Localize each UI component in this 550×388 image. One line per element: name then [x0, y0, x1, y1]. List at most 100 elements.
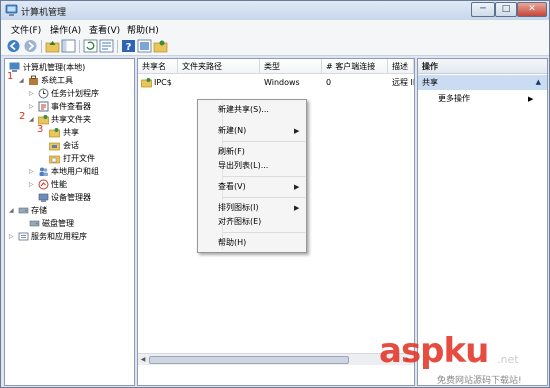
annotation-1: 1: [7, 71, 14, 82]
mmc-icon[interactable]: [137, 39, 152, 53]
disk-icon: [29, 220, 40, 227]
menu-item-new-share[interactable]: 新建共享(S)...: [218, 103, 269, 117]
submenu-arrow-icon: ▶: [294, 204, 300, 212]
scroll-left-icon[interactable]: ◀: [138, 355, 148, 365]
window-title: 计算机管理: [21, 8, 67, 18]
tree-item-disk-management[interactable]: 磁盘管理: [7, 217, 133, 230]
column-header-description[interactable]: 描述: [388, 59, 414, 74]
menu-bar: 文件(F) 操作(A) 查看(V) 帮助(H): [1, 20, 549, 37]
cell-share-name: IPC$: [154, 78, 172, 87]
computer-management-icon: [5, 4, 18, 16]
submenu-arrow-icon: ▶: [294, 183, 300, 191]
menu-item-refresh[interactable]: 刷新(F): [218, 145, 245, 159]
tree-item-shares[interactable]: 共享: [7, 126, 133, 139]
share-icon[interactable]: [153, 39, 168, 53]
shared-folder-icon: [49, 128, 60, 138]
tree-item-local-users-groups[interactable]: ▷ 本地用户和组: [7, 165, 133, 178]
actions-header: 操作: [418, 59, 547, 74]
refresh-icon[interactable]: [83, 39, 98, 53]
menu-help[interactable]: 帮助(H): [127, 23, 159, 36]
tree-item-root[interactable]: 计算机管理(本地): [7, 61, 133, 74]
expand-arrow-icon[interactable]: ▷: [29, 100, 36, 113]
cell-client-connections: 0: [326, 78, 332, 87]
tree-item-services-apps[interactable]: ▷ 服务和应用程序: [7, 230, 133, 243]
collapse-arrow-icon[interactable]: ◢: [29, 113, 36, 126]
toolbar-separator: [41, 40, 42, 53]
show-tree-icon[interactable]: [61, 39, 76, 53]
tree-item-label: 事件查看器: [51, 102, 91, 111]
title-bar[interactable]: 计算机管理 ─ □ ✕: [1, 1, 549, 20]
export-list-icon[interactable]: [99, 39, 114, 53]
menu-view[interactable]: 查看(V): [89, 23, 120, 36]
tree-item-label: 系统工具: [41, 76, 73, 85]
submenu-arrow-icon: ▶: [294, 127, 300, 135]
annotation-2: 2: [19, 111, 26, 122]
storage-icon: [18, 207, 29, 214]
tree-item-performance[interactable]: ▷ 性能: [7, 178, 133, 191]
collapse-arrow-icon[interactable]: ◢: [19, 74, 26, 87]
tree-item-label: 会话: [63, 141, 79, 150]
column-header-folder-path[interactable]: 文件夹路径: [178, 59, 260, 74]
menu-item-arrange-icons[interactable]: 排列图标(I): [218, 201, 259, 215]
help-icon[interactable]: ?: [121, 39, 136, 53]
tree-item-system-tools[interactable]: ◢ 系统工具: [7, 74, 133, 87]
expand-arrow-icon[interactable]: ▷: [29, 178, 36, 191]
collapse-up-icon[interactable]: ▲: [536, 75, 541, 90]
actions-section-label: 共享: [422, 78, 438, 87]
tree-item-label: 本地用户和组: [51, 167, 99, 176]
actions-section-shares[interactable]: 共享 ▲: [418, 75, 547, 90]
close-button[interactable]: ✕: [517, 2, 547, 17]
app-window: 计算机管理 ─ □ ✕ 文件(F) 操作(A) 查看(V) 帮助(H) ? 计算…: [0, 0, 550, 388]
cell-type: Windows: [264, 78, 300, 87]
performance-icon: [38, 179, 49, 190]
up-folder-icon[interactable]: [45, 39, 60, 53]
maximize-button[interactable]: □: [495, 2, 517, 17]
toolbar-separator: [117, 40, 118, 53]
menu-item-help[interactable]: 帮助(H): [218, 236, 246, 250]
console-tree: 计算机管理(本地) ◢ 系统工具 ▷ 任务计划程序 ▷ 事件查看器 ◢ 共享文件…: [4, 58, 135, 386]
shared-folder-icon: [141, 78, 152, 88]
tree-item-shared-folders[interactable]: ◢ 共享文件夹: [7, 113, 133, 126]
watermark-slogan: 免费网站源码下载站!: [437, 376, 522, 386]
watermark-suffix: .net: [497, 353, 519, 366]
column-header-client-connections[interactable]: # 客户端连接: [322, 59, 388, 74]
event-viewer-icon: [38, 101, 49, 112]
minimize-button[interactable]: ─: [471, 2, 495, 17]
tree-item-open-files[interactable]: 打开文件: [7, 152, 133, 165]
more-actions-link[interactable]: 更多操作 ▶: [438, 93, 533, 105]
expand-arrow-icon[interactable]: ▷: [9, 230, 16, 243]
tree-item-device-manager[interactable]: 设备管理器: [7, 191, 133, 204]
device-manager-icon: [38, 193, 49, 202]
annotation-3: 3: [37, 124, 44, 135]
cell-description: 远程 IPC: [392, 78, 414, 87]
scroll-thumb[interactable]: [149, 356, 349, 364]
svg-text:?: ?: [126, 42, 132, 53]
tree-item-label: 计算机管理(本地): [23, 63, 86, 72]
forward-icon[interactable]: [23, 39, 38, 53]
menu-separator: [223, 232, 305, 233]
tree-item-label: 设备管理器: [51, 193, 91, 202]
collapse-arrow-icon[interactable]: ◢: [9, 204, 16, 217]
users-icon: [39, 167, 48, 176]
menu-item-line-up-icons[interactable]: 对齐图标(E): [218, 215, 261, 229]
menu-file[interactable]: 文件(F): [11, 23, 41, 36]
expand-arrow-icon[interactable]: ▷: [29, 87, 36, 100]
column-header-type[interactable]: 类型: [260, 59, 322, 74]
tree-item-label: 共享: [63, 128, 79, 137]
menu-item-new[interactable]: 新建(N): [218, 124, 246, 138]
menu-item-export-list[interactable]: 导出列表(L)...: [218, 159, 268, 173]
back-icon[interactable]: [6, 39, 21, 53]
context-menu: 新建共享(S)... 新建(N) ▶ 刷新(F) 导出列表(L)... 查看(V…: [197, 99, 307, 253]
tree-item-label: 性能: [51, 180, 67, 189]
tree-item-event-viewer[interactable]: ▷ 事件查看器: [7, 100, 133, 113]
expand-arrow-icon[interactable]: ▷: [29, 165, 36, 178]
tree-item-label: 存储: [31, 206, 47, 215]
menu-separator: [223, 176, 305, 177]
tree-item-sessions[interactable]: 会话: [7, 139, 133, 152]
tree-item-storage[interactable]: ◢ 存储: [7, 204, 133, 217]
tree-item-task-scheduler[interactable]: ▷ 任务计划程序: [7, 87, 133, 100]
menu-item-view[interactable]: 查看(V): [218, 180, 246, 194]
column-header-share-name[interactable]: 共享名: [138, 59, 178, 74]
horizontal-scrollbar[interactable]: ◀ ▶: [138, 353, 414, 365]
menu-action[interactable]: 操作(A): [50, 23, 81, 36]
